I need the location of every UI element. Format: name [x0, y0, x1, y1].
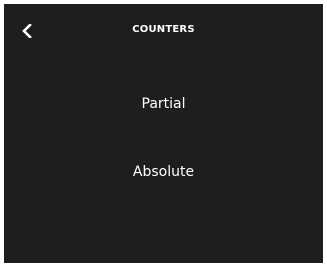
header-bar: COUNTERS [4, 4, 323, 60]
menu-item-partial[interactable]: Partial [64, 89, 263, 119]
menu-item-absolute[interactable]: Absolute [64, 157, 263, 187]
page-title: COUNTERS [132, 24, 195, 35]
counters-screen: COUNTERS Partial Absolute [4, 4, 323, 263]
